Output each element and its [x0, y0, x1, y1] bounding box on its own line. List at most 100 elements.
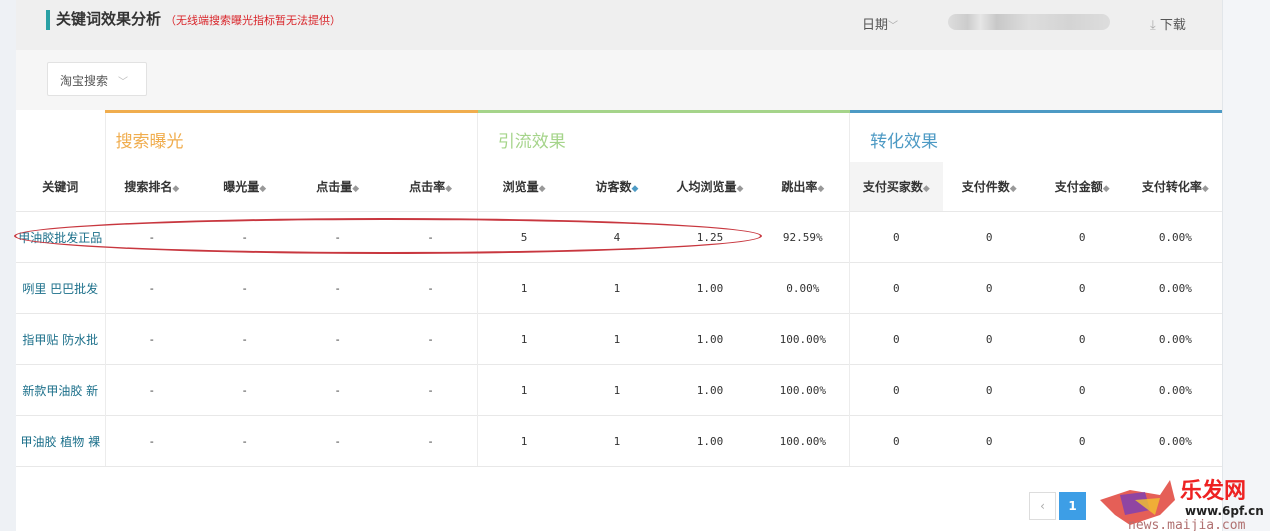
sort-icon[interactable]: ◆ [1103, 184, 1110, 194]
sort-icon[interactable]: ◆ [1202, 184, 1209, 194]
prev-page-button[interactable]: ‹ [1029, 492, 1056, 520]
table-row: 甲油胶 植物 裸 - - - -1 1 1.00 100.00% 0 0 0 0.00% [16, 415, 1222, 467]
cell-9: 0 [849, 364, 943, 416]
column-header[interactable]: 支付件数◆ [943, 162, 1036, 212]
column-header[interactable]: 点击量◆ [291, 162, 384, 212]
column-header[interactable]: 搜索排名◆ [104, 161, 199, 212]
cell-8: 100.00% [756, 364, 850, 416]
column-header[interactable]: 点击率◆ [384, 162, 477, 212]
cell-2: - [198, 415, 292, 467]
column-label: 支付买家数 [862, 179, 923, 194]
column-header-keyword: 关键词 [16, 162, 105, 212]
group-traffic: 引流效果 [476, 110, 850, 162]
column-label: 支付金额 [1054, 179, 1103, 194]
page-1-button[interactable]: 1 [1059, 492, 1086, 520]
filter-bar: 淘宝搜索 ﹀ [16, 50, 1222, 110]
sort-icon[interactable]: ◆ [923, 184, 930, 194]
cell-4: - [384, 415, 478, 467]
cell-10: 0 [942, 211, 1036, 263]
keyword-link[interactable]: 甲油胶 植物 裸 [16, 415, 106, 467]
cell-8: 0.00% [756, 262, 850, 314]
cell-11: 0 [1035, 364, 1129, 416]
sort-icon[interactable]: ◆ [737, 184, 744, 194]
column-label: 浏览量 [502, 179, 539, 194]
cell-12: 0.00% [1128, 364, 1222, 416]
column-label: 点击率 [409, 179, 446, 194]
cell-9: 0 [849, 211, 943, 263]
cell-5: 1 [476, 313, 571, 365]
wireless-note: （无线端搜索曝光指标暂无法提供） [165, 14, 342, 27]
column-header[interactable]: 人均浏览量◆ [663, 162, 756, 212]
column-label: 跳出率 [781, 179, 818, 194]
cell-5: 1 [476, 262, 571, 314]
cell-3: - [291, 364, 385, 416]
download-button[interactable]: ⤓ 下载 [1150, 14, 1186, 33]
sort-icon[interactable]: ◆ [817, 184, 824, 194]
column-header[interactable]: 浏览量◆ [476, 161, 571, 212]
source-value: 淘宝搜索 [60, 74, 109, 88]
keyword-link[interactable]: 新款甲油胶 新 [16, 364, 106, 416]
cell-7: 1.00 [663, 364, 757, 416]
date-dropdown[interactable]: 日期﹀ [862, 14, 898, 33]
sort-icon[interactable]: ◆ [631, 184, 638, 194]
cell-1: - [104, 415, 199, 467]
cell-3: - [291, 415, 385, 467]
column-header[interactable]: 支付金额◆ [1036, 162, 1129, 212]
download-icon: ⤓ [1150, 18, 1156, 33]
column-label: 搜索排名 [124, 179, 173, 194]
sort-icon[interactable]: ◆ [352, 184, 359, 194]
keyword-table: 搜索曝光 引流效果 转化效果 关键词 搜索排名◆ 曝光量◆ 点击量◆ 点击率◆ 浏览量◆ 访… [16, 110, 1222, 467]
cell-1: - [104, 364, 199, 416]
sort-icon[interactable]: ◆ [445, 184, 452, 194]
keyword-link[interactable]: 咧里 巴巴批发 [16, 262, 106, 314]
sort-icon[interactable]: ◆ [172, 184, 179, 194]
date-range-redacted [948, 14, 1110, 30]
cell-11: 0 [1035, 262, 1129, 314]
cell-10: 0 [942, 364, 1036, 416]
sort-icon[interactable]: ◆ [539, 184, 546, 194]
column-label: 支付件数 [961, 179, 1010, 194]
watermark-logo: 乐发网 www.6pf.cn news.maijia.com [1100, 478, 1264, 531]
panel-header: 关键词效果分析 （无线端搜索曝光指标暂无法提供） 日期﹀ ⤓ 下载 [16, 0, 1222, 50]
cell-6: 1 [570, 313, 664, 365]
cell-9: 0 [849, 262, 943, 314]
cell-1: - [104, 313, 199, 365]
cell-12: 0.00% [1128, 313, 1222, 365]
cell-11: 0 [1035, 313, 1129, 365]
column-label: 人均浏览量 [676, 179, 737, 194]
group-exposure: 搜索曝光 [104, 110, 478, 162]
column-label: 支付转化率 [1141, 179, 1202, 194]
pagination: ‹ 1 [1029, 492, 1086, 520]
cell-7: 1.00 [663, 415, 757, 467]
cell-3: - [291, 313, 385, 365]
keyword-link[interactable]: 指甲贴 防水批 [16, 313, 106, 365]
column-header[interactable]: 跳出率◆ [757, 162, 850, 212]
download-label: 下载 [1159, 18, 1186, 33]
sort-icon[interactable]: ◆ [1010, 184, 1017, 194]
cell-2: - [198, 313, 292, 365]
column-header[interactable]: 支付转化率◆ [1129, 162, 1222, 212]
cell-8: 100.00% [756, 415, 850, 467]
date-label: 日期 [862, 18, 889, 33]
watermark-url2: news.maijia.com [1128, 518, 1246, 531]
column-header[interactable]: 访客数◆ [570, 162, 663, 212]
source-select[interactable]: 淘宝搜索 ﹀ [47, 62, 147, 96]
sort-icon[interactable]: ◆ [259, 184, 266, 194]
column-header[interactable]: 支付买家数◆ [849, 161, 943, 212]
cell-7: 1.00 [663, 313, 757, 365]
cell-10: 0 [942, 415, 1036, 467]
cell-11: 0 [1035, 211, 1129, 263]
cell-2: - [198, 364, 292, 416]
column-label: 点击量 [316, 179, 353, 194]
watermark-brand: 乐发网 [1180, 478, 1246, 504]
cell-5: 1 [476, 415, 571, 467]
column-label: 曝光量 [223, 179, 260, 194]
cell-10: 0 [942, 313, 1036, 365]
group-conversion: 转化效果 [849, 110, 1222, 162]
cell-2: - [198, 262, 292, 314]
cell-4: - [384, 262, 478, 314]
chevron-down-icon: ﹀ [888, 21, 899, 32]
cell-8: 100.00% [756, 313, 850, 365]
highlight-ellipse [14, 218, 762, 254]
column-header[interactable]: 曝光量◆ [198, 162, 291, 212]
